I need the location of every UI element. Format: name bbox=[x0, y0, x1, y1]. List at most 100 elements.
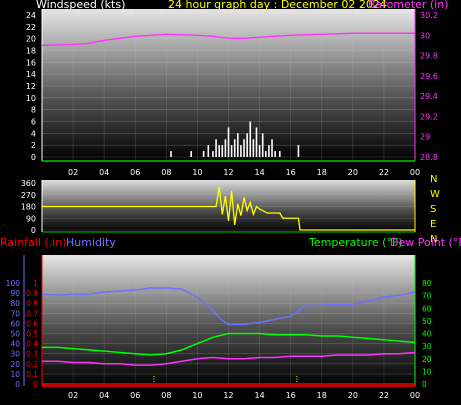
wind-y-tick-label: 18 bbox=[26, 47, 36, 56]
rainfall-y-tick-label: 0.6 bbox=[26, 319, 38, 328]
rainfall-y-tick-label: 0.2 bbox=[26, 360, 38, 369]
dewpoint-axis-title: Dew Point (°F) bbox=[390, 236, 461, 249]
weather-graphs: Windspeed (kts) 24 hour graph day : Dece… bbox=[0, 0, 461, 401]
humidity-x-tick-label: 00 bbox=[410, 391, 420, 400]
wind-y-tick-label: 10 bbox=[26, 94, 36, 103]
rainfall-y-tick-label: 0.3 bbox=[26, 350, 38, 359]
wind-y-tick-label: 6 bbox=[31, 118, 36, 127]
compass-label: S bbox=[430, 204, 436, 215]
temperature-y-tick-label: 10 bbox=[422, 367, 432, 376]
humidity-x-tick-label: 20 bbox=[348, 391, 358, 400]
barometer-y-tick-label: 29 bbox=[420, 133, 430, 142]
wind-y-tick-label: 2 bbox=[31, 141, 36, 150]
humidity-y-tick-label: 100 bbox=[6, 279, 21, 288]
barometer-y-tick-label: 30 bbox=[420, 31, 430, 40]
wind-y-tick-label: 22 bbox=[26, 23, 36, 32]
wind-y-tick-label: 8 bbox=[31, 106, 36, 115]
compass-label: N bbox=[430, 234, 437, 245]
humidity-x-tick-label: 22 bbox=[379, 391, 389, 400]
humidity-x-tick-label: 14 bbox=[254, 391, 264, 400]
humidity-x-tick-label: 12 bbox=[223, 391, 233, 400]
rainfall-y-tick-label: 0 bbox=[33, 380, 38, 389]
windspeed-bar bbox=[240, 145, 242, 157]
humidity-y-tick-label: 10 bbox=[10, 370, 20, 379]
rainfall-y-tick-label: 0.8 bbox=[26, 299, 38, 308]
temperature-y-tick-label: 50 bbox=[422, 317, 432, 326]
wind-x-tick-label: 16 bbox=[286, 168, 296, 177]
wind-y-tick-label: 0 bbox=[31, 153, 36, 162]
humidity-axis-title: Humidity bbox=[66, 236, 116, 249]
windspeed-bar bbox=[224, 139, 227, 157]
rainfall-axis-title: Rainfall (.in) bbox=[0, 236, 67, 249]
humidity-y-tick-label: 30 bbox=[10, 350, 20, 359]
temperature-y-tick-label: 30 bbox=[422, 342, 432, 351]
rainfall-y-tick-label: 0.9 bbox=[26, 289, 38, 298]
graph-day-title: 24 hour graph day : December 02 2024 bbox=[168, 0, 387, 11]
direction-y-tick-label: 270 bbox=[21, 191, 36, 200]
wind-y-tick-label: 4 bbox=[31, 129, 36, 138]
wind-y-tick-label: 20 bbox=[26, 35, 36, 44]
temperature-y-tick-label: 20 bbox=[422, 355, 432, 364]
direction-y-tick-label: 90 bbox=[26, 214, 36, 223]
wind-x-tick-label: 04 bbox=[99, 168, 109, 177]
temperature-y-tick-label: 40 bbox=[422, 330, 432, 339]
wind-x-tick-label: 08 bbox=[161, 168, 171, 177]
barometer-y-tick-label: 28.8 bbox=[420, 153, 438, 162]
windspeed-bar bbox=[255, 127, 258, 157]
barometer-y-tick-label: 29.4 bbox=[420, 92, 438, 101]
compass-label: N bbox=[430, 174, 437, 185]
humidity-y-tick-label: 70 bbox=[10, 309, 20, 318]
windspeed-bar bbox=[227, 127, 230, 157]
windspeed-bar bbox=[297, 145, 300, 157]
barometer-y-tick-label: 29.6 bbox=[420, 72, 438, 81]
windspeed-bar bbox=[243, 139, 245, 157]
wind-x-tick-label: 18 bbox=[317, 168, 327, 177]
windspeed-bar bbox=[271, 139, 273, 157]
wind-x-tick-label: 02 bbox=[68, 168, 78, 177]
windspeed-bar bbox=[265, 151, 267, 157]
wind-x-tick-label: 12 bbox=[223, 168, 233, 177]
humidity-x-tick-label: 18 bbox=[317, 391, 327, 400]
barometer-y-tick-label: 29.2 bbox=[420, 112, 438, 121]
direction-y-tick-label: 360 bbox=[21, 179, 36, 188]
humidity-y-tick-label: 20 bbox=[10, 360, 20, 369]
windspeed-bar bbox=[237, 133, 239, 157]
humidity-x-tick-label: 08 bbox=[161, 391, 171, 400]
windspeed-bar bbox=[233, 139, 236, 157]
windspeed-bar bbox=[261, 133, 264, 157]
wind-y-tick-label: 24 bbox=[26, 11, 36, 20]
temperature-y-tick-label: 0 bbox=[422, 380, 427, 389]
windspeed-bar bbox=[268, 145, 270, 157]
windspeed-bar bbox=[202, 151, 205, 157]
windspeed-bar bbox=[274, 151, 276, 157]
rainfall-y-tick-label: 0.1 bbox=[26, 370, 38, 379]
windspeed-bar bbox=[249, 121, 252, 157]
wind-x-tick-label: 00 bbox=[410, 168, 420, 177]
windspeed-bar bbox=[170, 151, 172, 157]
temperature-y-tick-label: 70 bbox=[422, 292, 432, 301]
wind-y-tick-label: 16 bbox=[26, 58, 36, 67]
windspeed-bar bbox=[190, 151, 192, 157]
rainfall-y-tick-label: 0.7 bbox=[26, 309, 38, 318]
wind-y-tick-label: 14 bbox=[26, 70, 36, 79]
humidity-y-tick-label: 40 bbox=[10, 340, 20, 349]
windspeed-bar bbox=[215, 139, 217, 157]
windspeed-bar bbox=[218, 145, 220, 157]
weather-chart-svg: Windspeed (kts) 24 hour graph day : Dece… bbox=[0, 0, 461, 400]
barometer-axis-title: Barometer (in) bbox=[368, 0, 449, 11]
windspeed-bar bbox=[212, 151, 214, 157]
windspeed-bar bbox=[278, 151, 281, 157]
windspeed-bar bbox=[207, 145, 210, 157]
humidity-y-tick-label: 60 bbox=[10, 319, 20, 328]
humidity-y-tick-label: 80 bbox=[10, 299, 20, 308]
humidity-x-tick-label: 04 bbox=[99, 391, 109, 400]
compass-label: E bbox=[430, 219, 436, 230]
temperature-axis-title: Temperature (°F) bbox=[308, 236, 403, 249]
wind-x-tick-label: 14 bbox=[254, 168, 264, 177]
wind-y-tick-label: 12 bbox=[26, 82, 36, 91]
humidity-x-tick-label: 06 bbox=[130, 391, 140, 400]
windspeed-bar bbox=[230, 145, 233, 157]
rainfall-y-tick-label: 0.4 bbox=[26, 340, 38, 349]
wind-x-tick-label: 10 bbox=[192, 168, 202, 177]
rainfall-y-tick-label: 1 bbox=[33, 279, 38, 288]
